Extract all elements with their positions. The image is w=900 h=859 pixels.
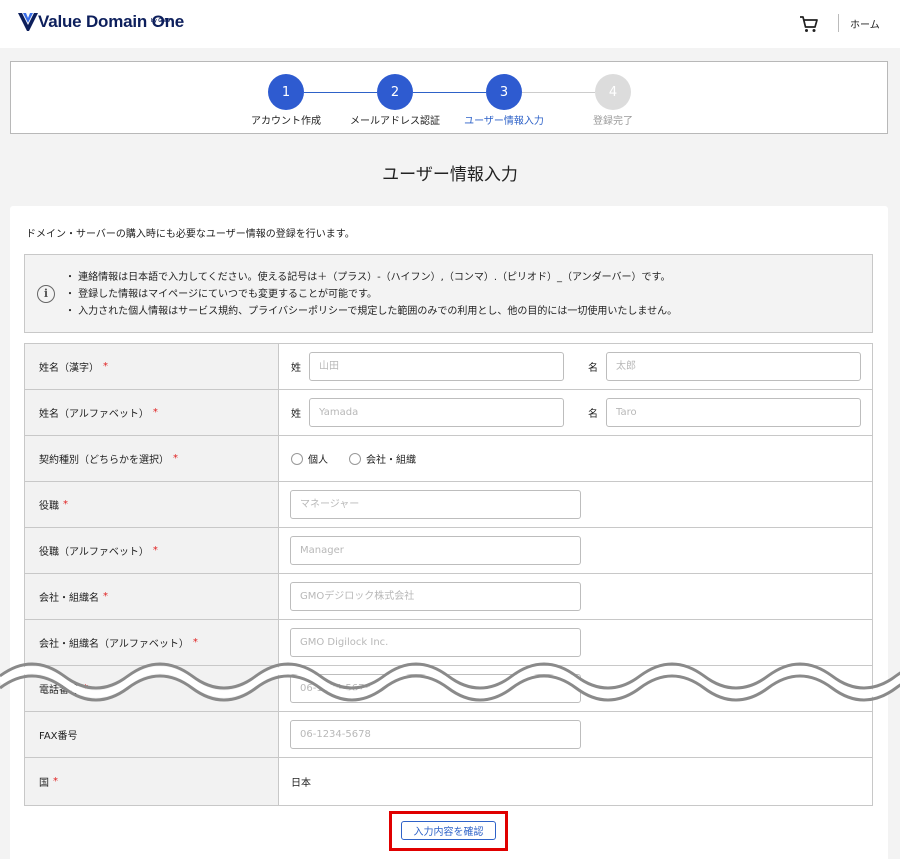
field-label-text: FAX番号 [39,731,78,742]
last-name-kanji-input[interactable] [309,352,564,381]
required-mark: * [53,776,58,787]
info-item: ・ 登録した情報はマイページにていつでも変更することが可能です。 [65,289,377,300]
field-label: 国 * [25,758,279,805]
step-2-circle: 2 [377,74,413,110]
required-mark: * [192,637,198,648]
field-label: 契約種別（どちらかを選択） * [25,436,279,481]
form-row-position: 役職 * [25,482,872,528]
first-name-label: 名 [588,409,598,420]
wavy-cut-divider [0,662,900,702]
step-1-circle: 1 [268,74,304,110]
fax-input[interactable] [290,720,581,749]
header: Value Domain One by GMO ホーム [0,0,900,48]
info-item: ・ 連絡情報は日本語で入力してください。使える記号は＋（プラス）-（ハイフン）,… [65,272,671,283]
field-value: 姓 名 [279,344,872,389]
confirm-input-button[interactable]: 入力内容を確認 [401,821,496,840]
form-row-fax: FAX番号 [25,712,872,758]
info-notice: i ・ 連絡情報は日本語で入力してください。使える記号は＋（プラス）-（ハイフン… [24,254,873,333]
field-label-text: 契約種別（どちらかを選択） [39,455,169,466]
field-label: 会社・組織名 * [25,574,279,619]
field-label: 姓名（漢字） * [25,344,279,389]
cart-icon[interactable] [799,14,819,34]
radio-company[interactable] [349,452,361,465]
required-mark: * [103,591,108,602]
radio-label-individual[interactable]: 個人 [308,451,328,466]
field-label-text: 姓名（漢字） [39,363,99,374]
field-label-text: 会社・組織名（アルファベット） [39,639,189,650]
info-icon: i [37,285,55,303]
field-label-text: 役職（アルファベット） [39,547,149,558]
first-name-kanji-input[interactable] [606,352,861,381]
info-list: ・ 連絡情報は日本語で入力してください。使える記号は＋（プラス）-（ハイフン）,… [65,269,677,320]
required-mark: * [103,361,108,372]
step-4-label: 登録完了 [593,116,633,127]
field-label: FAX番号 [25,712,279,757]
user-info-form: 姓名（漢字）* 姓 名 姓名（アルファベット）* 姓 名 契約種別（どちらかを選… [24,343,873,806]
form-row-position-alpha: 役職（アルファベット） * [25,528,872,574]
header-divider [838,14,839,32]
required-mark: * [173,453,178,464]
field-value [279,528,872,573]
step-4-circle: 4 [595,74,631,110]
step-connector [413,92,486,93]
field-label-text: 会社・組織名 [39,593,99,604]
progress-stepper: 1 2 3 4 アカウント作成 メールアドレス認証 ユーザー情報入力 登録完了 [10,61,888,134]
position-input[interactable] [290,490,581,519]
field-value: 個人 会社・組織 [279,436,872,481]
field-label-text: 役職 [39,501,59,512]
last-name-label: 姓 [291,363,301,374]
value-domain-logo[interactable]: Value Domain One [18,12,184,38]
form-row-contract-type: 契約種別（どちらかを選択） * 個人 会社・組織 [25,436,872,482]
step-connector [522,92,595,93]
first-name-label: 名 [588,363,598,374]
country-value: 日本 [291,778,311,789]
step-3-label: ユーザー情報入力 [464,116,544,127]
home-link[interactable]: ホーム [850,16,880,31]
radio-label-company[interactable]: 会社・組織 [366,451,416,466]
last-name-alpha-input[interactable] [309,398,564,427]
intro-text: ドメイン・サーバーの購入時にも必要なユーザー情報の登録を行います。 [26,229,355,240]
form-row-name-alpha: 姓名（アルファベット）* 姓 名 [25,390,872,436]
field-label-text: 姓名（アルファベット） [39,409,149,420]
position-alpha-input[interactable] [290,536,581,565]
company-alpha-input[interactable] [290,628,581,657]
step-connector [304,92,377,93]
info-item: ・ 入力された個人情報はサービス規約、プライバシーポリシーで規定した範囲のみでの… [65,306,678,317]
field-label-text: 国 [39,778,49,789]
field-value [279,482,872,527]
field-label: 姓名（アルファベット） * [25,390,279,435]
form-row-country: 国 * 日本 [25,758,872,805]
logo-mark-icon [18,13,38,31]
page-title: ユーザー情報入力 [382,165,518,185]
required-mark: * [152,407,158,418]
logo-sub: by GMO [151,18,171,24]
step-1-label: アカウント作成 [251,116,321,127]
field-value [279,574,872,619]
company-input[interactable] [290,582,581,611]
required-mark: * [63,499,68,510]
form-row-name-kanji: 姓名（漢字） * 姓 名 [25,344,872,390]
field-label: 役職（アルファベット） * [25,528,279,573]
form-row-company: 会社・組織名 * [25,574,872,620]
field-label: 役職 * [25,482,279,527]
last-name-label: 姓 [291,409,301,420]
field-value: 日本 [279,758,872,805]
radio-individual[interactable] [291,452,303,465]
field-value: 姓 名 [279,390,872,435]
field-value [279,712,872,757]
step-2-label: メールアドレス認証 [350,116,440,127]
step-3-circle: 3 [486,74,522,110]
required-mark: * [152,545,158,556]
first-name-alpha-input[interactable] [606,398,861,427]
